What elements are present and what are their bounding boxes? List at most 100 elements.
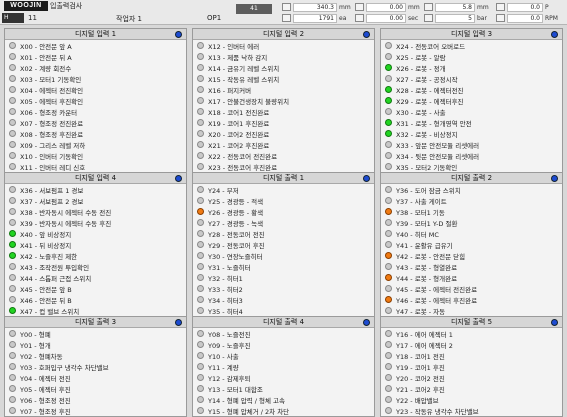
panel-digital-input-3: 디지털 입력 3 X24 - 전동코어 오버로드 X25 - 로봇 - 알람 X26… [380, 28, 563, 173]
io-label: Y02 - 형폐차동 [20, 352, 63, 361]
led-indicator-icon [385, 252, 392, 259]
led-indicator-icon [385, 374, 392, 381]
status-dot-icon [363, 31, 370, 38]
panel-header: 디지털 출력 1 [193, 173, 374, 184]
meter-value: 340.3 [293, 2, 337, 12]
led-indicator-icon [197, 396, 204, 403]
led-indicator-icon [9, 152, 16, 159]
led-indicator-icon [385, 86, 392, 93]
io-row: Y30 - 연장노즐히터 [193, 250, 374, 261]
io-row: Y29 - 전동코어 후진 [193, 239, 374, 250]
io-label: Y41 - 윤활유 급유기 [396, 241, 453, 250]
led-indicator-icon [9, 75, 16, 82]
io-label: X22 - 전동코어 전진완료 [208, 152, 278, 161]
io-label: Y09 - 노즐후진 [208, 341, 251, 350]
io-label: X05 - 에젝터 후진확인 [20, 97, 84, 106]
io-row: X04 - 에젝터 전진확인 [5, 84, 186, 95]
ruler-icon [282, 3, 291, 11]
io-row: Y45 - 로봇 - 에젝터 전진완료 [381, 283, 562, 294]
company-logo: WOOJIN [4, 1, 48, 11]
led-indicator-icon [385, 152, 392, 159]
led-indicator-icon [385, 97, 392, 104]
panel-title: 디지털 출력 2 [450, 174, 493, 182]
io-label: X33 - 앞문 안전모듈 리셋에러 [396, 141, 480, 150]
io-label: Y44 - 로봇 - 형개완료 [396, 274, 458, 283]
led-indicator-icon [9, 263, 16, 270]
io-label: X38 - 반자동시 에젝터 수동 전진 [20, 208, 112, 217]
io-row: Y26 - 경광등 - 황색 [193, 206, 374, 217]
io-row: X14 - 금유기 레벨 스위치 [193, 62, 374, 73]
io-label: Y23 - 작동유 냉각수 차단밸브 [396, 407, 479, 416]
led-indicator-icon [9, 64, 16, 71]
io-row: Y39 - 모터1 Y-D 절환 [381, 217, 562, 228]
io-row: X20 - 코어2 전진완료 [193, 128, 374, 139]
io-row: Y25 - 경광등 - 적색 [193, 195, 374, 206]
io-row: X44 - 스톱퍼 근접 스위치 [5, 272, 186, 283]
io-label: X42 - 노즐후진 제한 [20, 252, 78, 261]
cycle-counter: 41 [236, 4, 272, 14]
io-label: X32 - 로봇 - 비상정지 [396, 130, 458, 139]
io-row: X27 - 로봇 - 공정시작 [381, 73, 562, 84]
led-indicator-icon [385, 130, 392, 137]
io-label: X21 - 코어2 후진완료 [208, 141, 270, 150]
led-indicator-icon [385, 307, 392, 314]
io-row: Y15 - 형폐 압체거 / 2차 차단 [193, 405, 374, 416]
io-label: Y33 - 히터2 [208, 285, 243, 294]
led-indicator-icon [385, 396, 392, 403]
io-row: Y44 - 로봇 - 형개완료 [381, 272, 562, 283]
io-label: Y43 - 로봇 - 형열완료 [396, 263, 458, 272]
meter-cushion: 5.8 mm [424, 2, 489, 12]
status-dot-icon [175, 31, 182, 38]
status-header: WOOJIN 입출력검사 H 11 작업자 1 OP1 41 340.3 mm … [0, 0, 567, 25]
io-row: Y27 - 경광등 - 녹색 [193, 217, 374, 228]
panel-title: 디지털 출력 4 [262, 318, 305, 326]
io-row: X10 - 인버터 기동확인 [5, 150, 186, 161]
io-row: X32 - 로봇 - 비상정지 [381, 128, 562, 139]
io-label: Y14 - 형폐 압력 / 형체 고속 [208, 396, 286, 405]
led-indicator-icon [197, 330, 204, 337]
led-indicator-icon [385, 407, 392, 414]
led-indicator-icon [385, 341, 392, 348]
led-indicator-icon [9, 307, 16, 314]
io-row: Y40 - 히터 MC [381, 228, 562, 239]
meter-time: 0.00 sec [355, 13, 418, 23]
led-indicator-icon [197, 274, 204, 281]
status-dot-icon [551, 31, 558, 38]
led-indicator-icon [385, 296, 392, 303]
io-row: Y31 - 노즐히터 [193, 261, 374, 272]
io-row: Y24 - 부저 [193, 184, 374, 195]
io-label: X34 - 뒷문 안전모듈 리셋에러 [396, 152, 480, 161]
io-label: Y45 - 로봇 - 에젝터 전진완료 [396, 285, 478, 294]
io-row: X35 - 모터2 기동확인 [381, 161, 562, 172]
io-row: X22 - 전동코어 전진완료 [193, 150, 374, 161]
status-dot-icon [175, 319, 182, 326]
io-row: Y35 - 히터4 [193, 305, 374, 316]
led-indicator-icon [385, 363, 392, 370]
io-label: Y34 - 히터3 [208, 296, 243, 305]
io-row: X08 - 형조정 후진완료 [5, 128, 186, 139]
panel-digital-output-2: 디지털 출력 2 Y36 - 도어 잠금 스위치 Y37 - 사출 게이트 Y38 … [380, 172, 563, 317]
led-indicator-icon [197, 252, 204, 259]
io-label: Y37 - 사출 게이트 [396, 197, 447, 206]
led-indicator-icon [197, 263, 204, 270]
io-label: X18 - 코어1 전진완료 [208, 108, 270, 117]
led-indicator-icon [197, 119, 204, 126]
io-label: Y24 - 부저 [208, 186, 239, 195]
status-dot-icon [551, 175, 558, 182]
io-row: X25 - 로봇 - 알람 [381, 51, 562, 62]
io-row: X24 - 전동코어 오버로드 [381, 40, 562, 51]
io-label: X19 - 코어1 후진완료 [208, 119, 270, 128]
led-indicator-icon [385, 230, 392, 237]
led-indicator-icon [385, 385, 392, 392]
led-indicator-icon [9, 197, 16, 204]
mode-value: 11 [28, 14, 37, 22]
status-dot-icon [551, 319, 558, 326]
led-indicator-icon [9, 396, 16, 403]
led-indicator-icon [197, 407, 204, 414]
io-label: Y47 - 로봇 - 자동 [396, 307, 446, 316]
led-indicator-icon [385, 141, 392, 148]
meter-value: 0.00 [366, 2, 406, 12]
io-row: Y22 - 배압밸브 [381, 394, 562, 405]
led-indicator-icon [197, 363, 204, 370]
io-label: Y11 - 계량 [208, 363, 239, 372]
